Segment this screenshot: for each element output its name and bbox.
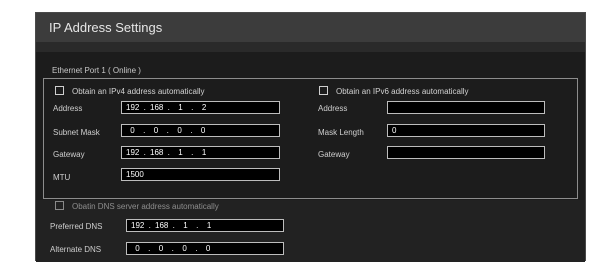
mtu-field[interactable]: 1500 [121, 168, 280, 181]
dns-auto-checkbox[interactable] [55, 201, 64, 210]
ip-settings-window: IP Address Settings Ethernet Port 1 ( On… [35, 12, 586, 262]
ipv6-auto-label: Obtain an IPv6 address automatically [336, 87, 469, 96]
ipv6-auto-checkbox[interactable] [319, 86, 328, 95]
title-divider [36, 42, 585, 52]
window-title: IP Address Settings [49, 20, 163, 35]
title-bar: IP Address Settings [36, 13, 585, 42]
preferred-dns-label: Preferred DNS [50, 222, 103, 231]
ipv6-address-field[interactable] [387, 101, 545, 114]
mask-length-label: Mask Length [318, 128, 364, 137]
subnet-mask-label: Subnet Mask [53, 128, 100, 137]
ipv4-auto-checkbox[interactable] [55, 86, 64, 95]
alternate-dns-field[interactable]: 0 . 0 . 0 . 0 [126, 242, 284, 255]
ipv6-gateway-label: Gateway [318, 150, 350, 159]
preferred-dns-field[interactable]: 192 . 168 . 1 . 1 [126, 219, 284, 232]
ipv4-address-field[interactable]: 192 . 168 . 1 . 2 [121, 101, 280, 114]
subnet-mask-field[interactable]: 0 . 0 . 0 . 0 [121, 124, 280, 137]
ethernet-port-label: Ethernet Port 1 ( Online ) [52, 66, 141, 75]
ipv4-gateway-label: Gateway [53, 150, 85, 159]
alternate-dns-label: Alternate DNS [50, 245, 102, 254]
ipv4-address-label: Address [53, 104, 83, 113]
ipv6-gateway-field[interactable] [387, 146, 545, 159]
mtu-label: MTU [53, 173, 71, 182]
mask-length-field[interactable]: 0 [387, 124, 545, 137]
dns-auto-label: Obatin DNS server address automatically [72, 202, 219, 211]
ipv4-gateway-field[interactable]: 192 . 168 . 1 . 1 [121, 146, 280, 159]
ipv6-address-label: Address [318, 104, 348, 113]
ipv4-auto-label: Obtain an IPv4 address automatically [72, 87, 205, 96]
